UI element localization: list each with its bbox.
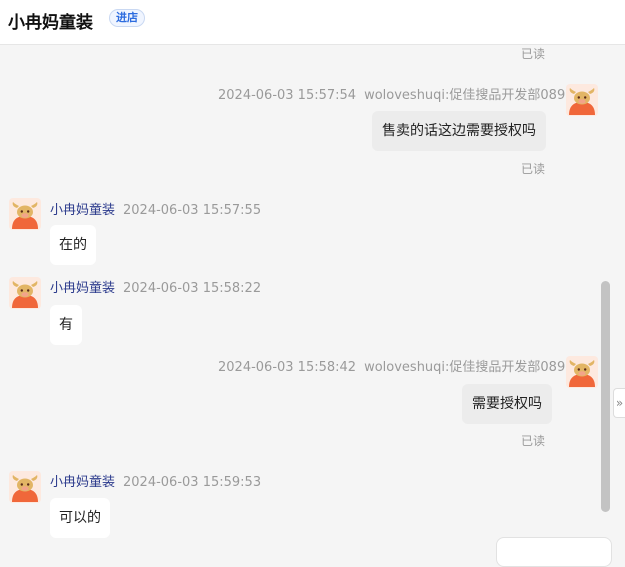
- message-meta: 2024-06-03 15:58:42 woloveshuqi:促佳搜品开发部08…: [218, 356, 565, 375]
- expand-panel-tab[interactable]: »: [613, 388, 625, 418]
- message-time: 2024-06-03 15:59:53: [123, 475, 262, 490]
- message-sender: 小冉妈童装: [50, 281, 116, 296]
- shop-name[interactable]: 小冉妈童装: [8, 8, 93, 33]
- message-time: 2024-06-03 15:57:54: [218, 88, 357, 103]
- enter-shop-button[interactable]: 进店: [109, 9, 145, 27]
- user-avatar: [566, 356, 598, 388]
- message-time: 2024-06-03 15:57:55: [123, 203, 262, 218]
- double-chevron-right-icon: »: [615, 396, 624, 410]
- message-sender: 小冉妈童装: [50, 203, 116, 218]
- message-bubble: 在的: [50, 225, 96, 265]
- message-sender: woloveshuqi:促佳搜品开发部089: [364, 360, 566, 375]
- message-bubble: 可以的: [50, 498, 110, 538]
- read-status: 已读: [521, 434, 546, 448]
- user-avatar: [566, 84, 598, 116]
- shop-avatar: [9, 471, 41, 503]
- shop-avatar: [9, 198, 41, 230]
- read-status: 已读: [521, 47, 546, 61]
- message-time: 2024-06-03 15:58:42: [218, 360, 357, 375]
- message-meta: 2024-06-03 15:57:54 woloveshuqi:促佳搜品开发部08…: [218, 84, 565, 103]
- message-time: 2024-06-03 15:58:22: [123, 281, 262, 296]
- message-meta: 小冉妈童装 2024-06-03 15:59:53: [50, 471, 261, 490]
- message-meta: 小冉妈童装 2024-06-03 15:57:55: [50, 199, 261, 218]
- bottom-action-button[interactable]: [496, 537, 612, 567]
- message-meta: 小冉妈童装 2024-06-03 15:58:22: [50, 277, 261, 296]
- message-sender: woloveshuqi:促佳搜品开发部089: [364, 88, 566, 103]
- message-bubble: 售卖的话这边需要授权吗: [372, 111, 546, 151]
- chat-header: 小冉妈童装 进店: [0, 0, 625, 45]
- message-bubble: 有: [50, 305, 82, 345]
- message-sender: 小冉妈童装: [50, 475, 116, 490]
- shop-avatar: [9, 277, 41, 309]
- message-bubble: 需要授权吗: [462, 384, 552, 424]
- read-status: 已读: [521, 162, 546, 176]
- chat-scrollbar[interactable]: [601, 281, 610, 512]
